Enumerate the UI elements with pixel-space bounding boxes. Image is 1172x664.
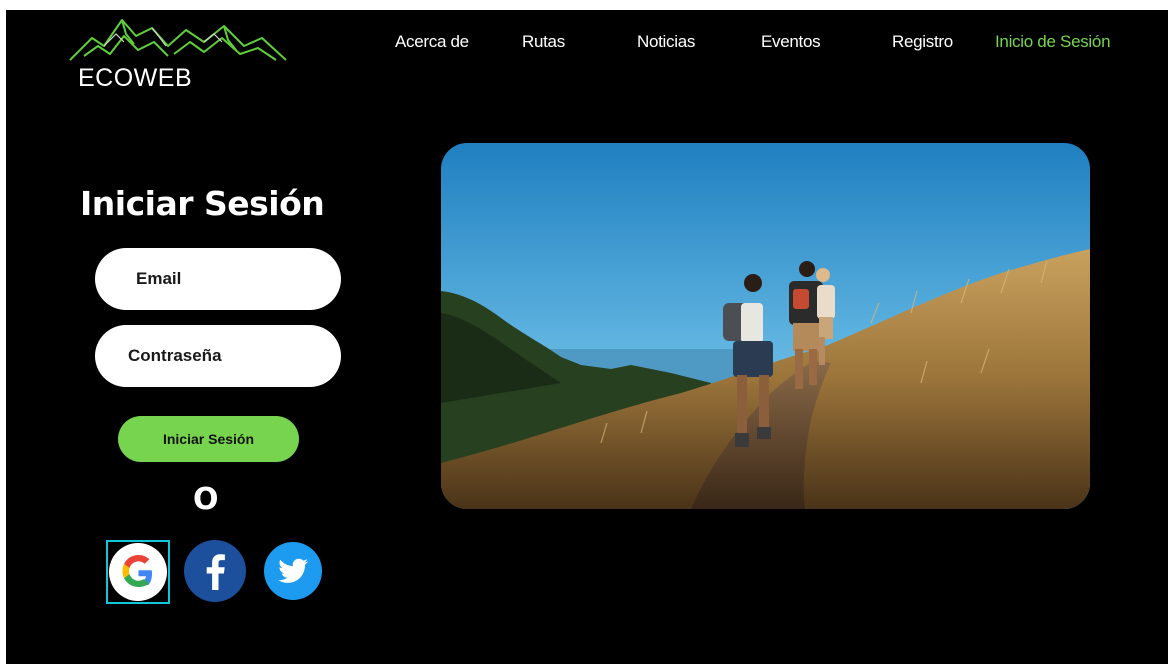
- hero-image: [441, 143, 1090, 509]
- facebook-icon: [184, 540, 246, 602]
- facebook-login-button[interactable]: [184, 540, 246, 602]
- login-submit-button[interactable]: Iniciar Sesión: [118, 416, 299, 462]
- login-title: Iniciar Sesión: [80, 184, 325, 223]
- logo[interactable]: ECOWEB: [64, 16, 296, 96]
- password-field[interactable]: [95, 325, 341, 387]
- google-login-button[interactable]: [106, 540, 170, 604]
- hikers-on-grassy-hill-photo: [441, 143, 1090, 509]
- nav-rutas[interactable]: Rutas: [522, 32, 565, 52]
- nav-noticias[interactable]: Noticias: [637, 32, 695, 52]
- nav-registro[interactable]: Registro: [892, 32, 953, 52]
- nav-eventos[interactable]: Eventos: [761, 32, 821, 52]
- twitter-icon: [264, 542, 322, 600]
- main-nav: Acerca de Rutas Noticias Eventos Registr…: [6, 32, 1168, 56]
- twitter-login-button[interactable]: [262, 540, 324, 602]
- nav-acerca-de[interactable]: Acerca de: [395, 32, 469, 52]
- google-icon: [109, 543, 167, 601]
- page: ECOWEB Acerca de Rutas Noticias Eventos …: [6, 10, 1168, 664]
- nav-inicio-de-sesion[interactable]: Inicio de Sesión: [995, 32, 1111, 52]
- email-field[interactable]: [95, 248, 341, 310]
- or-divider: O: [193, 482, 219, 517]
- brand-name: ECOWEB: [78, 64, 193, 92]
